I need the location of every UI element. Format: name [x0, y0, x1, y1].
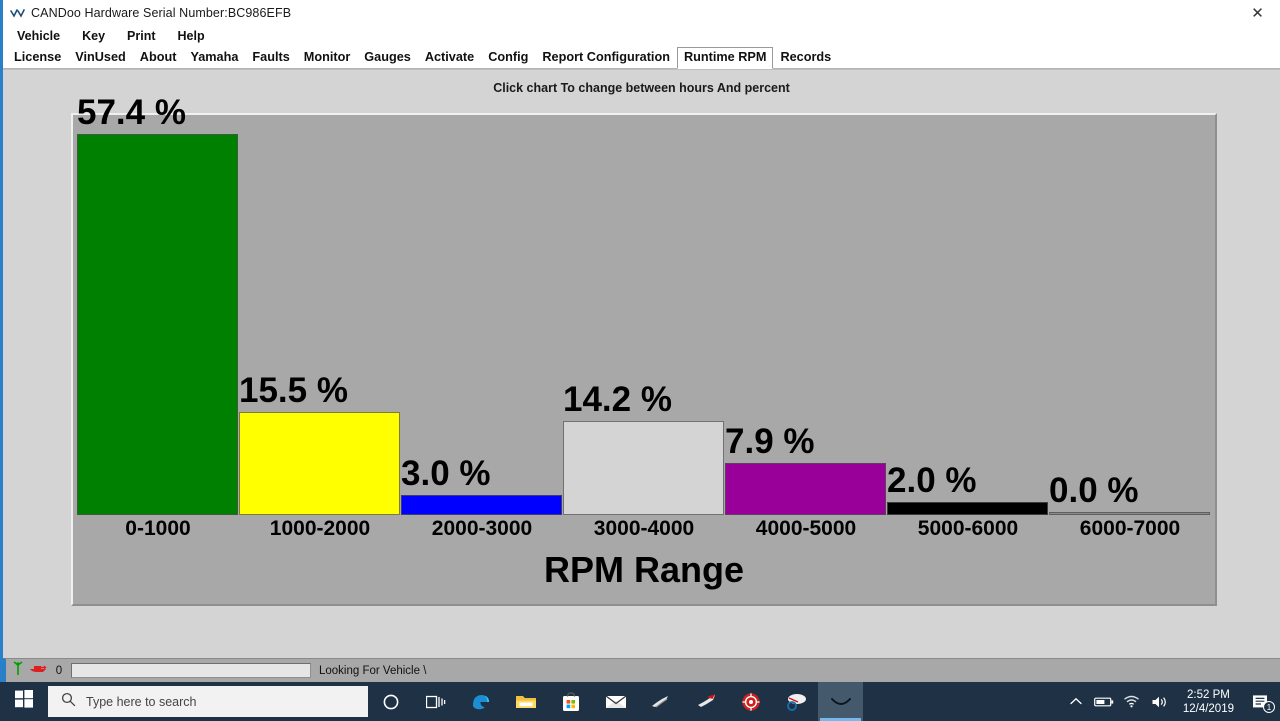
chart-bar-value-label: 7.9 % [725, 422, 815, 461]
brp-diagnostic-icon[interactable] [728, 682, 773, 721]
microsoft-store-icon[interactable] [548, 682, 593, 721]
tab-report-configuration[interactable]: Report Configuration [535, 47, 677, 69]
red-boat-icon [29, 661, 47, 680]
menu-bar: Vehicle Key Print Help [3, 25, 1280, 47]
clock-date: 12/4/2019 [1182, 702, 1234, 715]
status-progress-bar [71, 663, 311, 678]
search-input[interactable]: Type here to search [48, 686, 368, 717]
chart-bar-value-label: 0.0 % [1049, 471, 1139, 510]
search-icon [61, 692, 76, 712]
chart-x-tick-label: 5000-6000 [917, 517, 1019, 540]
status-bar: 0 Looking For Vehicle \ [3, 658, 1280, 682]
chart-x-axis-title: RPM Range [543, 549, 745, 590]
chart-x-tick-label: 1000-2000 [269, 517, 371, 540]
chart-x-tick-label: 3000-4000 [593, 517, 695, 540]
chart-x-tick-label: 2000-3000 [431, 517, 533, 540]
notification-count-badge: 1 [1263, 701, 1275, 713]
status-counter: 0 [55, 664, 63, 677]
system-tray: 2:52 PM 12/4/2019 1 [1063, 682, 1280, 721]
chart-bar-group: 14.2 % [563, 115, 725, 515]
status-icon-group [6, 660, 47, 681]
tab-yamaha[interactable]: Yamaha [183, 47, 245, 69]
tab-faults[interactable]: Faults [245, 47, 296, 69]
chart-bar-group: 7.9 % [725, 115, 887, 515]
window-title: CANDoo Hardware Serial Number:BC986EFB [31, 5, 292, 20]
chart-plot-area: 57.4 % 15.5 % 3.0 % 14.2 % 7.9 % 2.0 % 0.0 % [73, 94, 1215, 515]
file-explorer-icon[interactable] [503, 682, 548, 721]
menu-item-key[interactable]: Key [82, 29, 105, 43]
chart-bar-group: 3.0 % [401, 115, 563, 515]
tab-records[interactable]: Records [773, 47, 838, 69]
client-area: Click chart To change between hours And … [3, 69, 1280, 682]
chart-x-tick-label: 6000-7000 [1079, 517, 1181, 540]
title-bar: CANDoo Hardware Serial Number:BC986EFB ✕ [3, 0, 1280, 25]
tab-about[interactable]: About [133, 47, 184, 69]
chart-bar-group: 0.0 % [1049, 115, 1211, 515]
tab-license[interactable]: License [7, 47, 68, 69]
chart-bar[interactable] [77, 134, 239, 515]
ski-doo-app-icon[interactable] [683, 682, 728, 721]
candoo-wave-icon [9, 4, 27, 22]
chart-x-tick-label: 4000-5000 [755, 517, 857, 540]
close-window-button[interactable]: ✕ [1235, 0, 1280, 25]
battery-icon[interactable] [1091, 682, 1117, 721]
tab-runtime-rpm[interactable]: Runtime RPM [676, 47, 774, 69]
candoo-active-icon[interactable] [818, 682, 863, 721]
action-center-icon[interactable]: 1 [1244, 682, 1278, 721]
chart-bar-group: 15.5 % [239, 115, 401, 515]
chart-bar-value-label: 3.0 % [401, 454, 491, 493]
chart-bar-value-label: 14.2 % [563, 380, 672, 419]
chart-bar[interactable] [725, 463, 887, 515]
clock-time: 2:52 PM [1187, 688, 1230, 701]
chart-bar-value-label: 57.4 % [77, 93, 186, 132]
seadoo-app-icon[interactable] [638, 682, 683, 721]
clock[interactable]: 2:52 PM 12/4/2019 [1175, 688, 1242, 716]
search-placeholder-text: Type here to search [86, 694, 197, 709]
chart-bar[interactable] [239, 412, 401, 515]
cortana-icon[interactable] [368, 682, 413, 721]
chart-bar[interactable] [563, 421, 725, 515]
status-message: Looking For Vehicle \ [319, 664, 427, 677]
tab-vinused[interactable]: VinUsed [68, 47, 133, 69]
menu-item-vehicle[interactable]: Vehicle [17, 29, 60, 43]
tab-strip: License VinUsed About Yamaha Faults Moni… [3, 47, 1280, 69]
candoo-pro-icon[interactable] [773, 682, 818, 721]
start-button[interactable] [0, 682, 48, 721]
rpm-range-bar-chart[interactable]: 57.4 % 15.5 % 3.0 % 14.2 % 7.9 % 2.0 % 0.0 % 0… [71, 94, 1217, 606]
edge-browser-icon[interactable] [458, 682, 503, 721]
chart-bar-group: 2.0 % [887, 115, 1049, 515]
tab-gauges[interactable]: Gauges [357, 47, 418, 69]
menu-item-help[interactable]: Help [178, 29, 205, 43]
green-antenna-icon [11, 660, 25, 681]
chart-bar-value-label: 15.5 % [239, 371, 348, 410]
windows-logo-icon [15, 690, 33, 713]
chart-bar-value-label: 2.0 % [887, 461, 977, 500]
chart-x-tick-label: 0-1000 [125, 517, 191, 540]
volume-icon[interactable] [1147, 682, 1173, 721]
chart-bar-group: 57.4 % [77, 94, 239, 515]
wifi-icon[interactable] [1119, 682, 1145, 721]
chart-bar[interactable] [401, 495, 563, 515]
tab-activate[interactable]: Activate [418, 47, 481, 69]
chart-x-axis-labels: 0-1000 1000-2000 2000-3000 3000-4000 4000-50… [73, 515, 1215, 549]
windows-taskbar: Type here to search 2:52 PM 12/4/2019 1 [0, 682, 1280, 721]
task-view-icon[interactable] [413, 682, 458, 721]
tab-monitor[interactable]: Monitor [297, 47, 358, 69]
mail-icon[interactable] [593, 682, 638, 721]
show-hidden-icons-icon[interactable] [1063, 682, 1089, 721]
chart-hint-text: Click chart To change between hours And … [493, 81, 790, 95]
chart-bar[interactable] [887, 502, 1049, 515]
application-window: CANDoo Hardware Serial Number:BC986EFB ✕… [0, 0, 1280, 682]
tab-config[interactable]: Config [481, 47, 535, 69]
menu-item-print[interactable]: Print [127, 29, 155, 43]
